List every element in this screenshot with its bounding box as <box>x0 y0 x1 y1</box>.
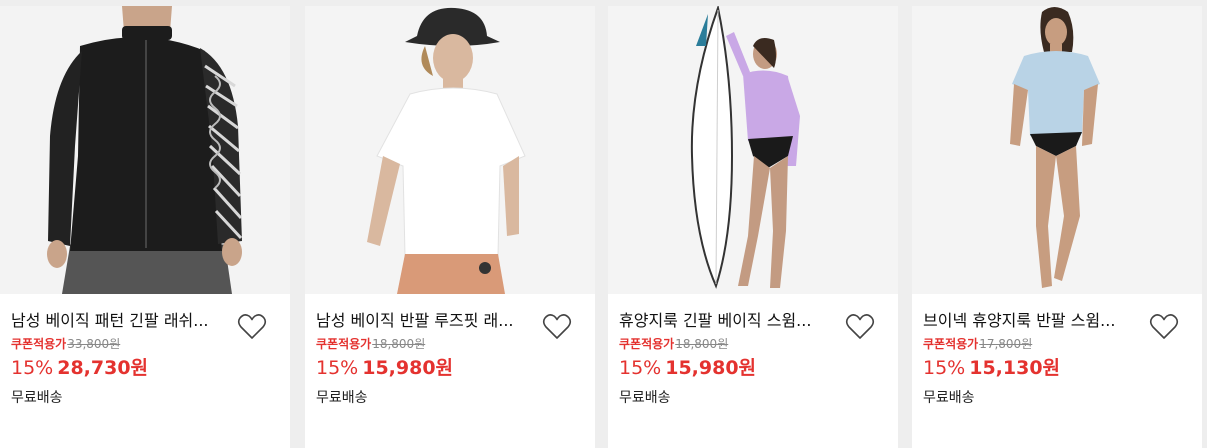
product-card[interactable]: 브이넥 휴양지룩 반팔 스윔... 쿠폰적용가17,800원 15% 15,130… <box>912 6 1202 448</box>
product-photo-womens-long-sleeve-swimwear <box>608 6 898 294</box>
discount-rate: 15% <box>316 357 359 379</box>
sale-price-row: 15% 28,730원 <box>11 356 148 381</box>
product-title[interactable]: 남성 베이직 반팔 루즈핏 래... <box>316 311 526 331</box>
coupon-label: 쿠폰적용가 <box>316 337 372 351</box>
coupon-label: 쿠폰적용가 <box>923 337 979 351</box>
discount-rate: 15% <box>923 357 966 379</box>
product-info: 브이넥 휴양지룩 반팔 스윔... 쿠폰적용가17,800원 15% 15,130… <box>912 294 1202 448</box>
product-image[interactable] <box>912 6 1202 294</box>
heart-outline-icon[interactable] <box>237 313 267 341</box>
product-title[interactable]: 남성 베이직 패턴 긴팔 래쉬... <box>11 311 221 331</box>
shipping-badge: 무료배송 <box>316 390 368 406</box>
sale-price-row: 15% 15,130원 <box>923 356 1060 381</box>
coupon-price-row: 쿠폰적용가33,800원 <box>11 337 120 351</box>
product-photo-mens-short-sleeve-tee <box>305 6 595 294</box>
coupon-price-row: 쿠폰적용가18,800원 <box>316 337 425 351</box>
original-price: 18,800원 <box>372 337 426 351</box>
product-photo-mens-long-sleeve-rashguard <box>0 6 290 294</box>
heart-outline-icon[interactable] <box>1149 313 1179 341</box>
discount-rate: 15% <box>619 357 662 379</box>
sale-price: 28,730원 <box>57 357 149 379</box>
coupon-label: 쿠폰적용가 <box>11 337 67 351</box>
product-image[interactable] <box>608 6 898 294</box>
heart-outline-icon[interactable] <box>542 313 572 341</box>
product-title[interactable]: 휴양지룩 긴팔 베이직 스윔... <box>619 311 829 331</box>
product-card[interactable]: 남성 베이직 패턴 긴팔 래쉬... 쿠폰적용가33,800원 15% 28,73… <box>0 6 290 448</box>
sale-price-row: 15% 15,980원 <box>619 356 756 381</box>
discount-rate: 15% <box>11 357 54 379</box>
shipping-badge: 무료배송 <box>923 390 975 406</box>
sale-price: 15,130원 <box>969 357 1061 379</box>
sale-price: 15,980원 <box>665 357 757 379</box>
product-info: 남성 베이직 반팔 루즈핏 래... 쿠폰적용가18,800원 15% 15,98… <box>305 294 595 448</box>
original-price: 18,800원 <box>675 337 729 351</box>
coupon-price-row: 쿠폰적용가17,800원 <box>923 337 1032 351</box>
sale-price: 15,980원 <box>362 357 454 379</box>
product-image[interactable] <box>305 6 595 294</box>
product-info: 남성 베이직 패턴 긴팔 래쉬... 쿠폰적용가33,800원 15% 28,73… <box>0 294 290 448</box>
coupon-label: 쿠폰적용가 <box>619 337 675 351</box>
heart-outline-icon[interactable] <box>845 313 875 341</box>
shipping-badge: 무료배송 <box>11 390 63 406</box>
product-grid: 남성 베이직 패턴 긴팔 래쉬... 쿠폰적용가33,800원 15% 28,73… <box>0 0 1207 448</box>
product-title[interactable]: 브이넥 휴양지룩 반팔 스윔... <box>923 311 1133 331</box>
original-price: 17,800원 <box>979 337 1033 351</box>
shipping-badge: 무료배송 <box>619 390 671 406</box>
coupon-price-row: 쿠폰적용가18,800원 <box>619 337 728 351</box>
product-info: 휴양지룩 긴팔 베이직 스윔... 쿠폰적용가18,800원 15% 15,980… <box>608 294 898 448</box>
original-price: 33,800원 <box>67 337 121 351</box>
product-card[interactable]: 휴양지룩 긴팔 베이직 스윔... 쿠폰적용가18,800원 15% 15,980… <box>608 6 898 448</box>
product-card[interactable]: 남성 베이직 반팔 루즈핏 래... 쿠폰적용가18,800원 15% 15,98… <box>305 6 595 448</box>
product-photo-womens-vneck-swimwear <box>912 6 1202 294</box>
product-image[interactable] <box>0 6 290 294</box>
sale-price-row: 15% 15,980원 <box>316 356 453 381</box>
